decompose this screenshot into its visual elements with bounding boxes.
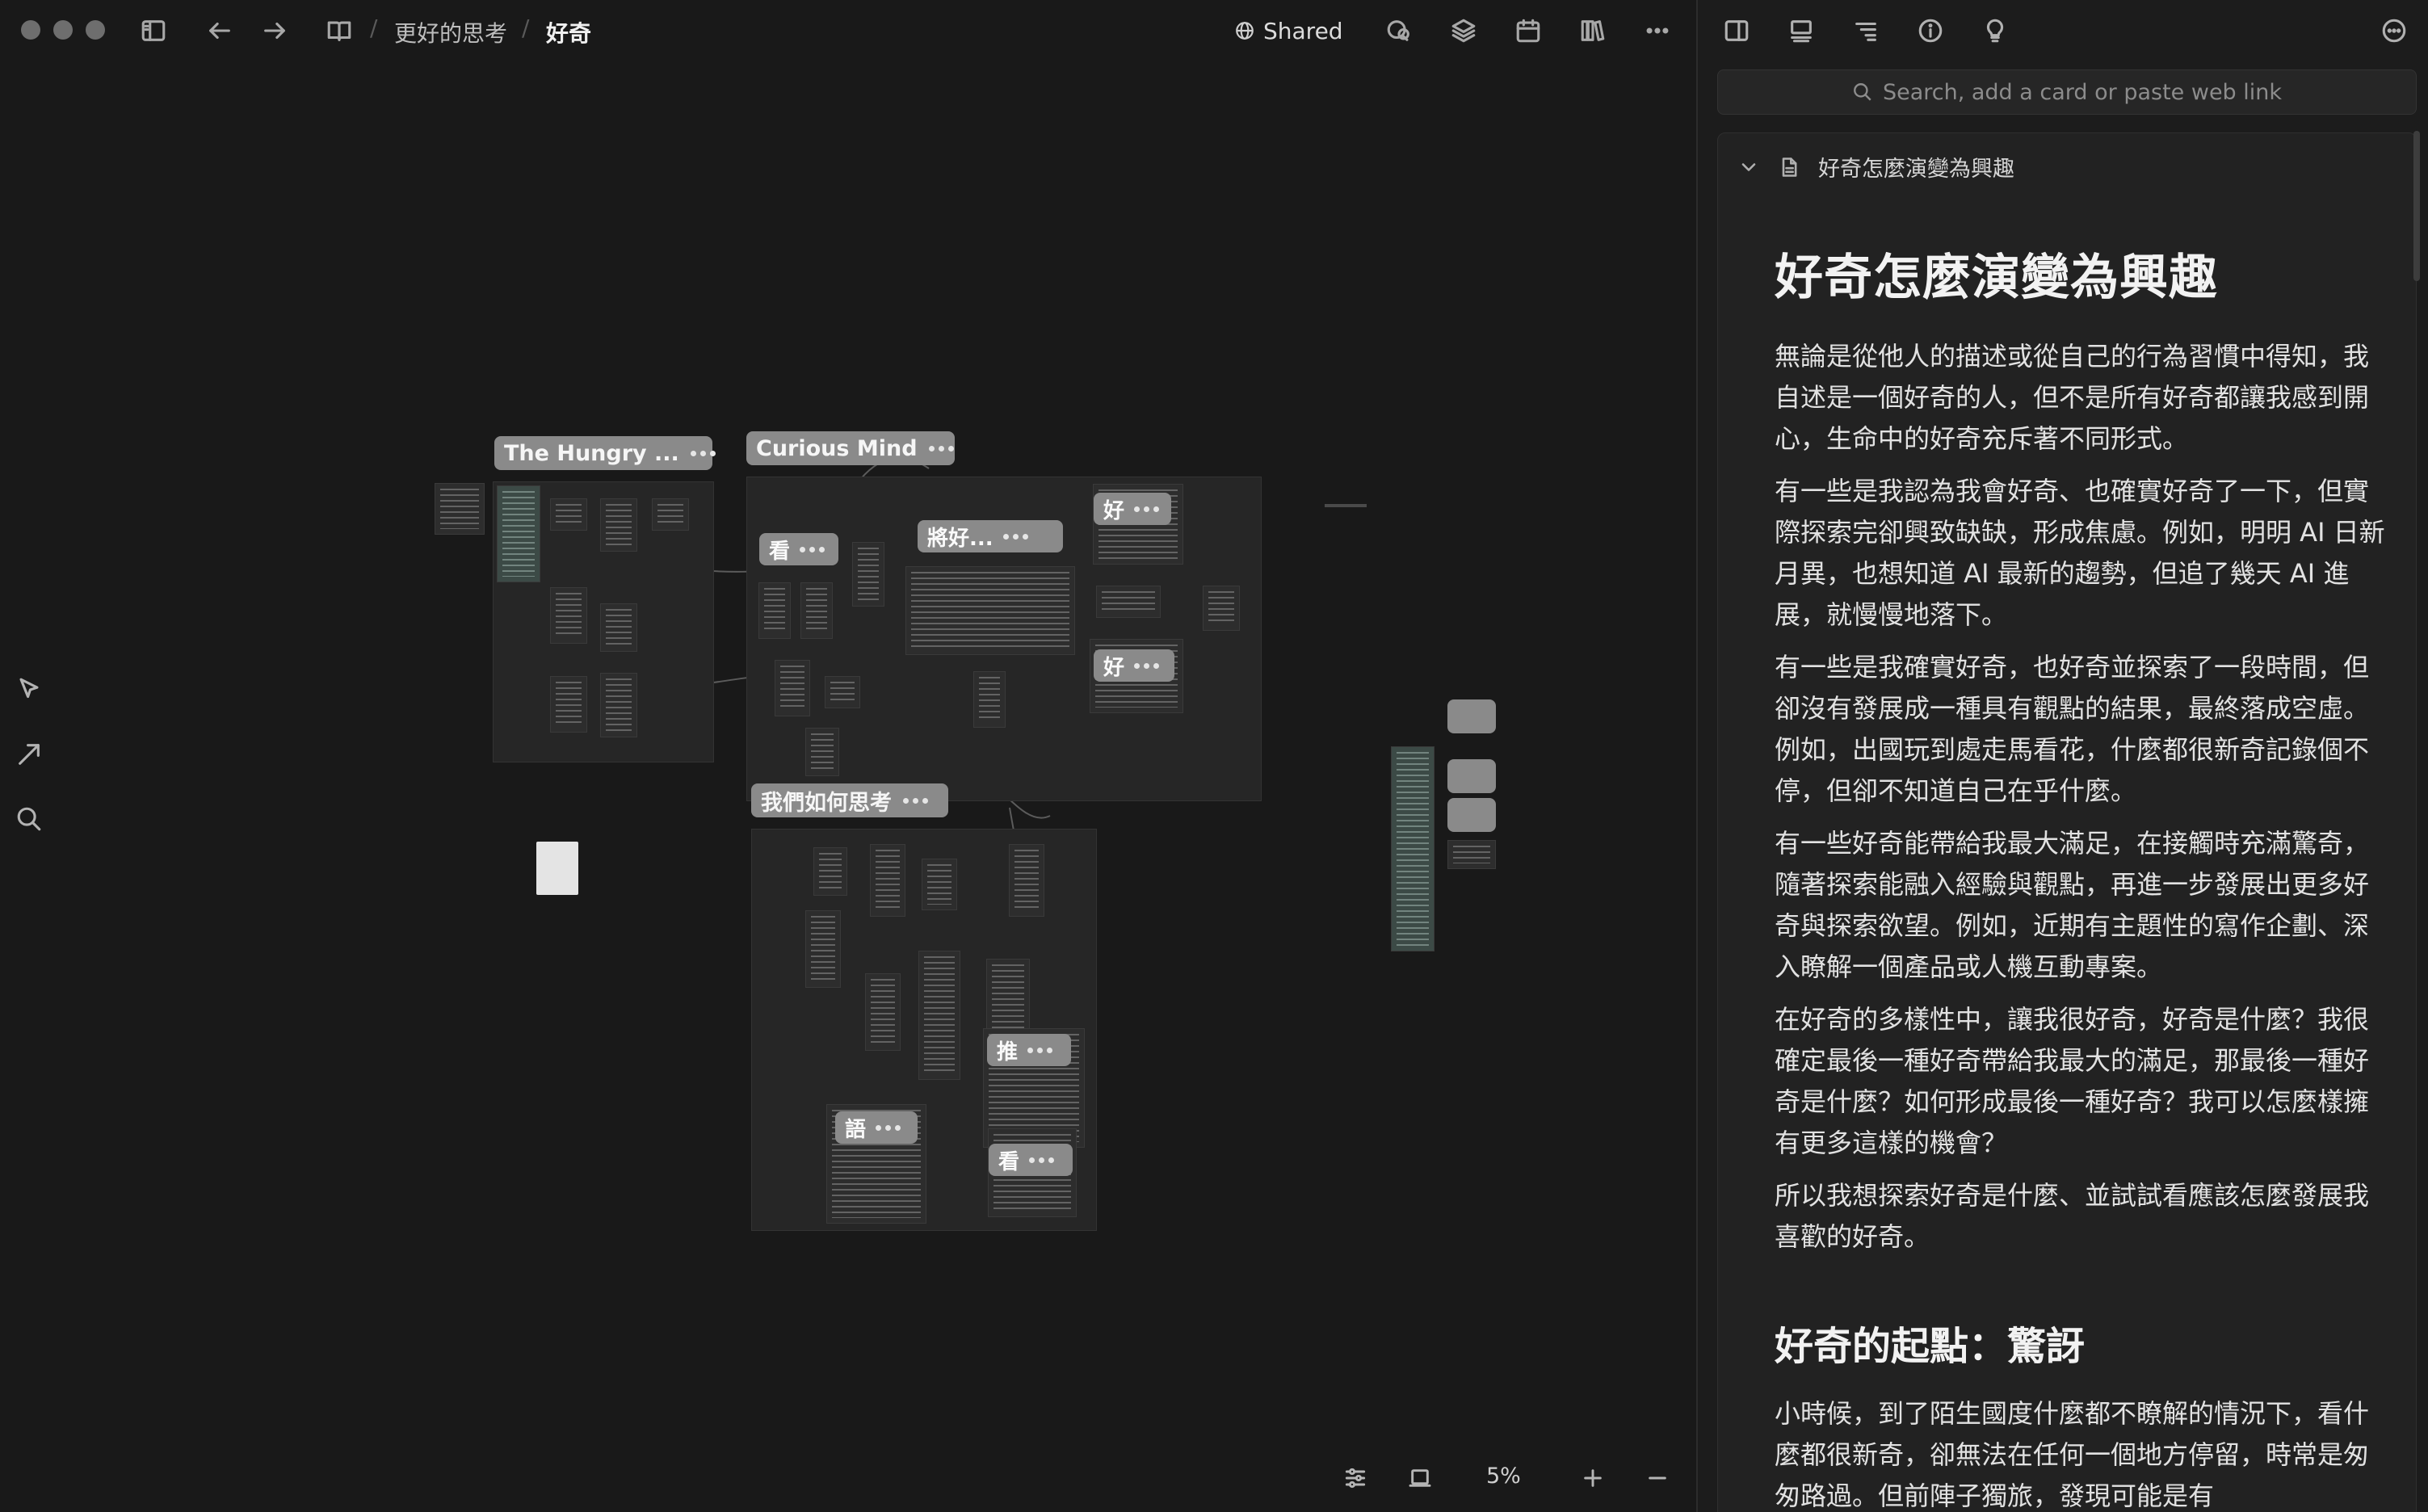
zoom-level: 5% [1486,1464,1521,1489]
card-pill[interactable]: 將好... [918,520,1063,552]
card[interactable] [1203,586,1240,631]
card[interactable] [1009,844,1044,917]
more-dots-icon[interactable] [690,450,716,456]
more-dots-icon[interactable] [1134,662,1160,669]
paragraph: 所以我想探索好奇是什麼、並試試看應該怎麼發展我喜歡的好奇。 [1775,1180,2370,1252]
adjust-sliders-icon[interactable] [1338,1460,1373,1496]
card[interactable] [550,676,587,733]
zoom-in-icon[interactable] [1575,1460,1611,1496]
card[interactable] [550,498,587,531]
lightbulb-icon[interactable] [1979,15,2011,47]
card[interactable] [497,485,540,582]
image-card[interactable] [536,842,578,895]
card[interactable] [825,676,860,708]
board-title: 我們如何思考 [761,790,892,816]
paragraph: 在好奇的多樣性中，讓我很好奇，好奇是什麼？我很確定最後一種好奇帶給我最大的滿足，… [1775,1004,2370,1158]
more-dots-icon[interactable] [876,1124,901,1131]
paragraph: 有一些是我確實好奇，也好奇並探索了一段時間，但卻沒有發展成一種具有觀點的結果，最… [1775,652,2370,806]
card[interactable] [852,542,884,607]
card[interactable] [805,728,839,776]
card[interactable] [1391,746,1435,951]
more-dots-icon[interactable] [1134,506,1160,512]
card-pill-small[interactable] [1447,798,1496,832]
outline-list-icon[interactable] [1850,15,1882,47]
document-title: 好奇怎麼演變為興趣 [1775,250,2218,306]
card-pill[interactable]: 語 [835,1111,918,1144]
card[interactable] [918,951,960,1080]
card[interactable] [813,847,847,896]
card[interactable] [600,498,637,552]
card[interactable] [800,582,833,639]
zoom-out-icon[interactable] [1640,1460,1675,1496]
more-dots-icon[interactable] [1027,1047,1053,1053]
board-label-curious-mind[interactable]: Curious Mind [746,431,955,465]
card-view: 好奇怎麼演變為興趣 好奇怎麼演變為興趣 無論是從他人的描述或從自己的行為習慣中得… [1717,132,2417,1512]
card[interactable] [922,859,957,910]
card-pill[interactable]: 看 [759,533,838,565]
card[interactable] [758,582,791,639]
card[interactable] [1096,586,1161,618]
document-icon [1782,157,1797,177]
card-pill[interactable]: 推 [987,1034,1071,1066]
more-dots-icon[interactable] [1029,1157,1055,1163]
board-title: The Hungry ... [504,440,679,466]
card[interactable] [775,660,810,716]
card-pill[interactable]: 好 [1094,649,1174,682]
paragraph: 有一些好奇能帶給我最大滿足，在接觸時充滿驚奇，隨著探索能融入經驗與觀點，再進一步… [1775,828,2370,982]
board-the-hungry[interactable] [493,481,714,762]
card-line[interactable] [1325,504,1367,507]
board-title: Curious Mind [756,435,918,461]
more-dots-icon[interactable] [800,546,825,552]
card[interactable] [600,673,637,737]
paragraph: 有一些是我認為我會好奇、也確實好奇了一下，但實際探索完卻興致缺缺，形成焦慮。例如… [1775,476,2385,630]
card[interactable] [435,483,485,535]
card[interactable] [805,910,841,988]
board-label-how-we-think[interactable]: 我們如何思考 [751,783,948,817]
card-pill[interactable]: 好 [1094,493,1171,525]
info-icon[interactable] [1914,15,1947,47]
paragraph: 小時候，到了陌生國度什麼都不瞭解的情況下，看什麼都很新奇，卻無法在任何一個地方停… [1775,1398,2370,1511]
card-pill-small[interactable] [1447,759,1496,793]
card[interactable] [870,844,905,917]
panel-layout-icon[interactable] [1720,15,1753,47]
fit-screen-icon[interactable] [1402,1460,1438,1496]
card[interactable] [1447,840,1496,869]
search-input[interactable]: Search, add a card or paste web link [1717,69,2417,115]
document-body[interactable]: 好奇怎麼演變為興趣 無論是從他人的描述或從自己的行為習慣中得知，我自述是一個好奇… [1775,238,2388,1512]
card[interactable] [973,671,1006,728]
card[interactable] [905,566,1075,655]
card[interactable] [550,587,587,644]
search-placeholder: Search, add a card or paste web link [1882,79,2283,105]
stacked-cards-icon[interactable] [1785,15,1817,47]
more-dots-icon[interactable] [1002,533,1028,540]
chevron-down-icon[interactable] [1737,156,1760,178]
panel-more-icon[interactable] [2378,15,2410,47]
more-dots-icon[interactable] [903,797,928,804]
card-title: 好奇怎麼演變為興趣 [1818,157,2014,182]
card[interactable] [600,603,637,652]
card[interactable] [865,973,901,1051]
section-heading: 好奇的起點：驚訝 [1775,1324,2086,1369]
search-icon [1853,83,1871,101]
card-header[interactable]: 好奇怎麼演變為興趣 [1737,151,2014,183]
card-pill-small[interactable] [1447,699,1496,733]
right-panel: Search, add a card or paste web link 好奇怎… [1696,0,2428,1512]
more-dots-icon[interactable] [928,445,954,452]
card-pill[interactable]: 看 [989,1144,1073,1176]
card[interactable] [652,498,689,531]
panel-scrollbar[interactable] [2413,131,2420,281]
paragraph: 無論是從他人的描述或從自己的行為習慣中得知，我自述是一個好奇的人，但不是所有好奇… [1775,341,2370,454]
board-label-the-hungry[interactable]: The Hungry ... [494,436,716,470]
